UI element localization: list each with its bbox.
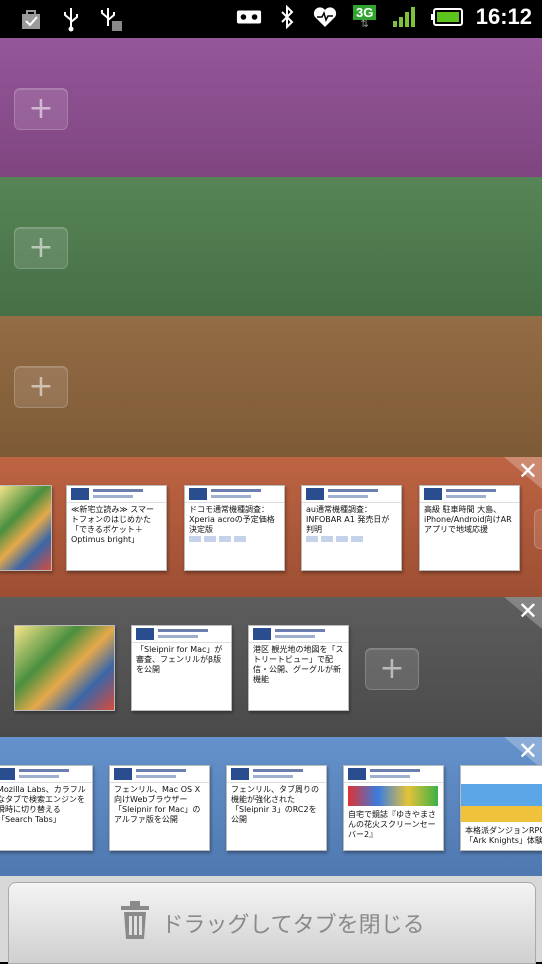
tab-thumbnail[interactable] (14, 625, 115, 711)
close-group-button[interactable]: ✕ (500, 597, 542, 629)
tab-title: 「Sleipnir for Mac」が審査、フェンリルがβ版を公開 (136, 645, 223, 674)
add-tab-label: + (28, 369, 54, 404)
signal-icon (392, 4, 418, 30)
tab-title: フェンリル、Mac OS X向けWebブラウザー「Sleipnir for Ma… (114, 785, 201, 824)
add-tab-button[interactable]: + (365, 648, 419, 690)
voicemail-icon (236, 4, 262, 30)
tab-title: 自宅で鏡誌『ゆきやまさんの花火スクリーンセーバー2』 (348, 810, 436, 839)
close-icon: ✕ (517, 737, 538, 765)
add-tab-button[interactable]: + (14, 227, 68, 269)
tab-group-brown[interactable]: + (0, 316, 542, 457)
3g-icon: 3G ⇅ (350, 4, 380, 30)
status-bar: 3G ⇅ 16:12 (0, 0, 542, 38)
tab-thumbnail[interactable]: フェンリル、タブ周りの機能が強化された「Sleipnir 3」のRC2を公開 (226, 765, 327, 851)
heart-monitor-icon (312, 4, 338, 30)
tab-thumbnail[interactable]: Mozilla Labs、カラフルなタブで検索エンジンを瞬時に切り替える「Sea… (0, 765, 93, 851)
tab-title: au通常機種調査：INFOBAR A1 発売日が判明 (306, 505, 390, 534)
tab-group-purple[interactable]: + (0, 38, 542, 177)
tab-thumbnail[interactable]: 自宅で鏡誌『ゆきやまさんの花火スクリーンセーバー2』 (343, 765, 444, 851)
tab-group-blue[interactable]: ✕ Mozilla Labs、カラフルなタブで検索エンジンを瞬時に切り替える「S… (0, 737, 542, 876)
tab-title: 港区 観光地の地図を「ストリートビュー」で配信・公開、グーグルが新機能 (253, 645, 344, 684)
add-tab-button[interactable]: + (14, 366, 68, 408)
tab-title: フェンリル、タブ周りの機能が強化された「Sleipnir 3」のRC2を公開 (231, 785, 319, 824)
network-type-label: 3G (353, 4, 377, 20)
battery-icon (430, 4, 464, 30)
bottom-bar: ドラッグしてタブを閉じる (0, 876, 542, 964)
tab-title: Mozilla Labs、カラフルなタブで検索エンジンを瞬時に切り替える「Sea… (0, 785, 86, 824)
tab-thumbnail[interactable]: ドコモ通常機種調査：Xperia acroの予定価格決定版 (184, 485, 285, 571)
tab-title: 本格派ダンジョンRPG「Ark Knights」体験版 (465, 826, 542, 845)
tab-group-green[interactable]: + (0, 177, 542, 316)
add-tab-label: + (28, 91, 54, 126)
tab-group-gray[interactable]: ✕ 「Sleipnir for Mac」が審査、フェンリルがβ版を公開 港区 観… (0, 597, 542, 737)
tab-thumbnail[interactable] (0, 485, 52, 571)
usb-debug-icon (98, 6, 124, 32)
tab-title: 高級 駐車時間 大島、iPhone/Android向けARアプリで地域応援 (424, 505, 512, 534)
tab-title: ≪新宅立読み≫ スマートフォンのはじめかた「できるポケット＋ Optimus b… (71, 505, 155, 544)
usb-icon (58, 6, 84, 32)
drag-to-close-area[interactable]: ドラッグしてタブを閉じる (8, 882, 536, 964)
add-tab-button-partial[interactable] (534, 509, 542, 549)
tab-thumbnail[interactable]: 本格派ダンジョンRPG「Ark Knights」体験版 (460, 765, 542, 851)
close-icon: ✕ (517, 597, 538, 625)
tab-thumbnail[interactable]: 高級 駐車時間 大島、iPhone/Android向けARアプリで地域応援 (419, 485, 520, 571)
tab-thumbnail[interactable]: 港区 観光地の地図を「ストリートビュー」で配信・公開、グーグルが新機能 (248, 625, 349, 711)
trash-icon (119, 900, 151, 946)
drag-to-close-label: ドラッグしてタブを閉じる (161, 913, 425, 938)
add-tab-label: + (28, 230, 54, 265)
close-icon: ✕ (517, 457, 538, 485)
shopping-bag-icon (18, 6, 44, 32)
tab-thumbnail[interactable]: ≪新宅立読み≫ スマートフォンのはじめかた「できるポケット＋ Optimus b… (66, 485, 167, 571)
bluetooth-icon (274, 4, 300, 30)
tab-thumbnail[interactable]: 「Sleipnir for Mac」が審査、フェンリルがβ版を公開 (131, 625, 232, 711)
tab-group-red[interactable]: ✕ ≪新宅立読み≫ スマートフォンのはじめかた「できるポケット＋ Optimus… (0, 457, 542, 597)
tab-thumbnail[interactable]: au通常機種調査：INFOBAR A1 発売日が判明 (301, 485, 402, 571)
add-tab-button[interactable]: + (14, 88, 68, 130)
tab-thumbnail[interactable]: フェンリル、Mac OS X向けWebブラウザー「Sleipnir for Ma… (109, 765, 210, 851)
add-tab-label: + (379, 651, 405, 686)
tab-title: ドコモ通常機種調査：Xperia acroの予定価格決定版 (189, 505, 275, 534)
clock: 16:12 (475, 4, 532, 29)
